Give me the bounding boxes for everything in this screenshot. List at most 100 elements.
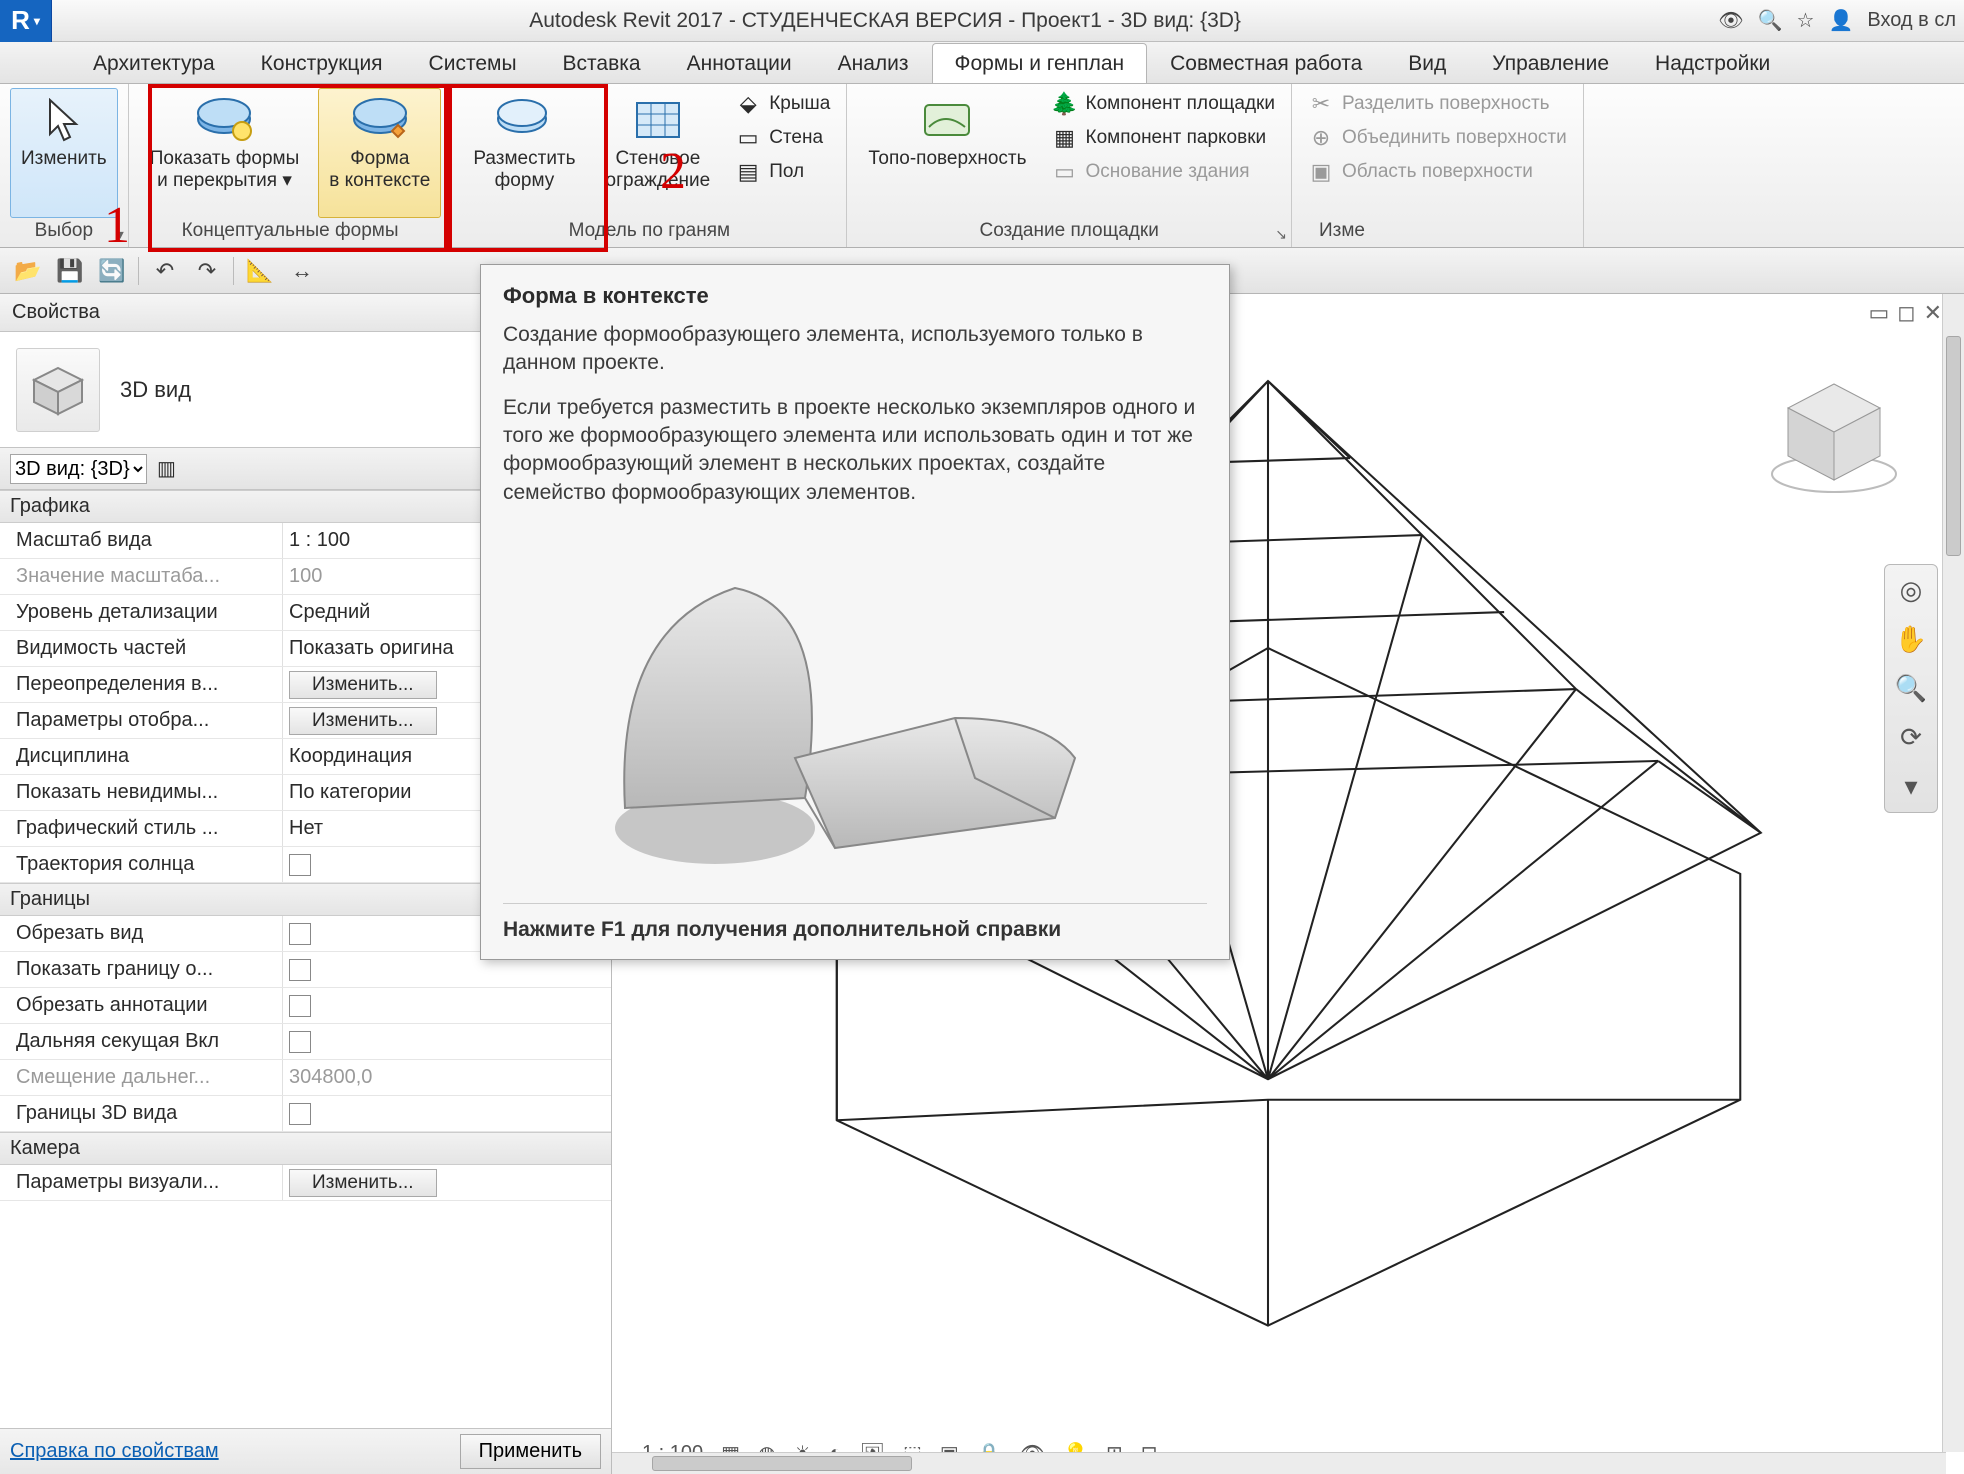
tab-structure[interactable]: Конструкция <box>238 43 406 83</box>
tab-analysis[interactable]: Анализ <box>815 43 932 83</box>
type-name: 3D вид <box>120 377 191 403</box>
property-name: Показать невидимы... <box>0 781 282 804</box>
undo-icon[interactable]: ↶ <box>149 255 181 287</box>
orbit-icon[interactable]: ⟳ <box>1900 722 1922 753</box>
measure-icon[interactable]: 📐 <box>244 255 276 287</box>
region-icon: ▣ <box>1308 159 1334 185</box>
place-mass-button[interactable]: Разместитьформу <box>462 88 586 218</box>
chevron-down-icon[interactable]: ▾ <box>1904 771 1917 802</box>
checkbox[interactable] <box>289 995 311 1017</box>
subregion-button[interactable]: ▣Область поверхности <box>1302 156 1573 188</box>
app-menu-button[interactable]: R▾ <box>0 0 52 42</box>
property-name: Дисциплина <box>0 745 282 768</box>
wall-button[interactable]: ▭Стена <box>729 122 836 154</box>
redo-icon[interactable]: ↷ <box>191 255 223 287</box>
maximize-view-icon[interactable]: ◻ <box>1897 300 1915 326</box>
user-icon[interactable]: 👤 <box>1828 8 1853 33</box>
edit-button[interactable]: Изменить... <box>289 1169 437 1197</box>
property-value[interactable] <box>282 1096 611 1131</box>
property-name: Переопределения в... <box>0 673 282 696</box>
filter-icon[interactable]: ▥ <box>157 456 176 481</box>
wall-icon: ▭ <box>735 125 761 151</box>
tooltip-image <box>503 523 1207 903</box>
panel-launcher-site-icon[interactable]: ↘ <box>1275 226 1287 243</box>
edit-button[interactable]: Изменить... <box>289 671 437 699</box>
tooltip-paragraph-2: Если требуется разместить в проекте неск… <box>503 394 1207 507</box>
ribbon-group-modify-surface: ✂Разделить поверхность ⊕Объединить повер… <box>1292 84 1584 247</box>
search-icon[interactable]: 🔍 <box>1758 8 1783 33</box>
binoculars-icon[interactable]: 👁 <box>1718 8 1743 33</box>
checkbox[interactable] <box>289 1103 311 1125</box>
panel-launcher-icon[interactable]: ▾ <box>117 226 124 243</box>
tab-addins[interactable]: Надстройки <box>1632 43 1793 83</box>
checkbox[interactable] <box>289 1031 311 1053</box>
roof-icon: ⬙ <box>735 91 761 117</box>
pan-icon[interactable]: ✋ <box>1895 624 1927 655</box>
parking-icon: ▦ <box>1052 125 1078 151</box>
tab-massing-site[interactable]: Формы и генплан <box>932 43 1148 83</box>
tab-view[interactable]: Вид <box>1385 43 1469 83</box>
property-name: Границы 3D вида <box>0 1102 282 1125</box>
modify-button[interactable]: Изменить <box>10 88 118 218</box>
steering-wheel-icon[interactable]: ◎ <box>1900 575 1923 606</box>
view-3d-icon <box>16 348 100 432</box>
property-value[interactable] <box>282 988 611 1023</box>
open-icon[interactable]: 📂 <box>12 255 44 287</box>
floor-button[interactable]: ▤Пол <box>729 156 836 188</box>
instance-select[interactable]: 3D вид: {3D} <box>10 454 147 484</box>
zoom-icon[interactable]: 🔍 <box>1895 673 1927 704</box>
sign-in-link[interactable]: Вход в сл <box>1867 9 1956 32</box>
place-mass-icon <box>496 95 552 145</box>
toposurface-button[interactable]: Топо-поверхность <box>857 88 1037 218</box>
apply-button[interactable]: Применить <box>460 1434 601 1469</box>
title-right-tools: 👁 🔍 ☆ 👤 Вход в сл <box>1718 8 1964 33</box>
parking-component-button[interactable]: ▦Компонент парковки <box>1046 122 1281 154</box>
tab-annotations[interactable]: Аннотации <box>664 43 815 83</box>
property-name: Траектория солнца <box>0 853 282 876</box>
merge-icon: ⊕ <box>1308 125 1334 151</box>
ribbon-group-select: Изменить Выбор ▾ <box>0 84 129 247</box>
scrollbar-vertical[interactable] <box>1942 294 1964 1452</box>
property-value[interactable] <box>282 1024 611 1059</box>
toposurface-label: Топо-поверхность <box>868 148 1026 170</box>
merge-surfaces-button[interactable]: ⊕Объединить поверхности <box>1302 122 1573 154</box>
star-icon[interactable]: ☆ <box>1797 8 1815 33</box>
group-label-modify-surface: Изме <box>1302 218 1382 245</box>
tooltip-f1-hint: Нажмите F1 для получения дополнительной … <box>503 903 1207 943</box>
show-mass-button[interactable]: Показать формыи перекрытия ▾ <box>139 88 311 218</box>
in-place-mass-button[interactable]: Формав контексте <box>318 88 441 218</box>
tree-icon: 🌲 <box>1052 91 1078 117</box>
curtain-icon <box>630 95 686 145</box>
property-value[interactable]: 304800,0 <box>282 1060 611 1095</box>
building-pad-button[interactable]: ▭Основание здания <box>1046 156 1281 188</box>
edit-button[interactable]: Изменить... <box>289 707 437 735</box>
align-icon[interactable]: ↔ <box>286 255 318 287</box>
tab-systems[interactable]: Системы <box>406 43 540 83</box>
group-label-conceptual: Концептуальные формы <box>139 218 442 245</box>
curtain-system-button[interactable]: Стеновоеограждение <box>595 88 722 218</box>
cursor-icon <box>36 95 92 145</box>
properties-help-link[interactable]: Справка по свойствам <box>10 1440 219 1463</box>
property-value[interactable]: Изменить... <box>282 1165 611 1200</box>
tab-architecture[interactable]: Архитектура <box>70 43 238 83</box>
tab-manage[interactable]: Управление <box>1469 43 1632 83</box>
title-bar: R▾ Autodesk Revit 2017 - СТУДЕНЧЕСКАЯ ВЕ… <box>0 0 1964 42</box>
ribbon-group-conceptual: Показать формыи перекрытия ▾ Формав конт… <box>129 84 453 247</box>
tab-insert[interactable]: Вставка <box>540 43 664 83</box>
roof-button[interactable]: ⬙Крыша <box>729 88 836 120</box>
property-name: Параметры отобра... <box>0 709 282 732</box>
group-label-site: Создание площадки <box>857 218 1281 245</box>
ribbon: Изменить Выбор ▾ Показать формыи перекры… <box>0 84 1964 248</box>
site-component-button[interactable]: 🌲Компонент площадки <box>1046 88 1281 120</box>
tab-collaborate[interactable]: Совместная работа <box>1147 43 1385 83</box>
sync-icon[interactable]: 🔄 <box>96 255 128 287</box>
close-view-icon[interactable]: ✕ <box>1924 300 1942 326</box>
checkbox[interactable] <box>289 854 311 876</box>
checkbox[interactable] <box>289 959 311 981</box>
scrollbar-horizontal[interactable] <box>612 1452 1946 1474</box>
save-icon[interactable]: 💾 <box>54 255 86 287</box>
split-surface-button[interactable]: ✂Разделить поверхность <box>1302 88 1573 120</box>
modify-label: Изменить <box>21 148 107 170</box>
checkbox[interactable] <box>289 923 311 945</box>
minimize-view-icon[interactable]: ▭ <box>1869 300 1890 326</box>
